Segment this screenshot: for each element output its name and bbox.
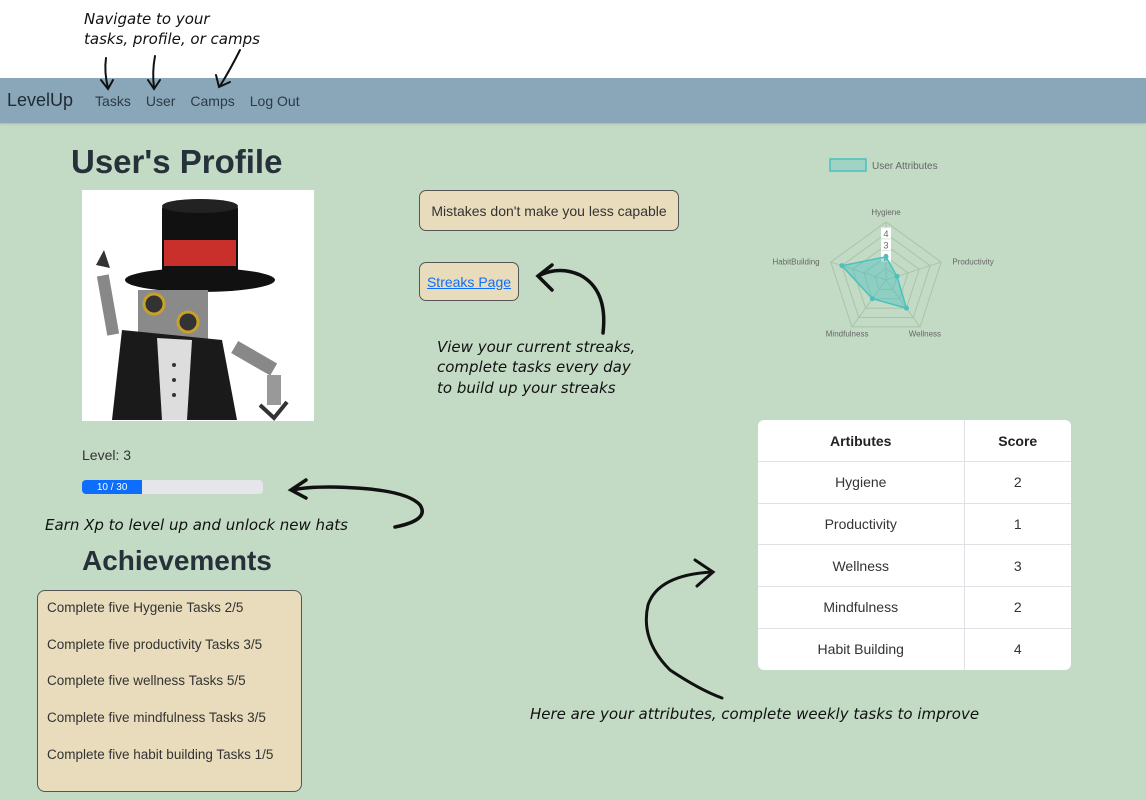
streaks-box: Streaks Page: [419, 262, 519, 301]
achievement-item: Complete five wellness Tasks 5/5: [47, 673, 246, 689]
table-header-row: Artibutes Score: [758, 420, 1071, 463]
streak-annotation-line3: to build up your streaks: [437, 378, 616, 397]
radar-axis-label: Hygiene: [871, 208, 901, 217]
attribute-name-cell: Productivity: [758, 502, 965, 546]
nav-link-camps[interactable]: Camps: [190, 93, 234, 109]
nav-annotation-line2: tasks, profile, or camps: [84, 30, 260, 49]
achievements-title: Achievements: [82, 545, 272, 576]
radar-tick-label: 3: [883, 241, 888, 251]
radar-data-point: [903, 305, 909, 311]
radar-axis-label: HabitBuilding: [772, 257, 819, 266]
radar-data-point: [839, 263, 845, 269]
streak-annotation-line2: complete tasks every day: [437, 358, 631, 377]
attribute-score-cell: 4: [963, 627, 1071, 670]
avatar: [82, 190, 314, 421]
attribute-name-cell: Wellness: [758, 544, 965, 588]
attribute-score-cell: 3: [963, 544, 1071, 588]
radar-axis-label: Productivity: [952, 257, 993, 266]
brand-link[interactable]: LevelUp: [7, 90, 73, 111]
streak-annotation-line1: View your current streaks,: [437, 338, 636, 356]
page-title: User's Profile: [71, 143, 283, 180]
nav-link-tasks[interactable]: Tasks: [95, 93, 131, 109]
attribute-score-cell: 1: [963, 502, 1071, 546]
radar-data-point: [883, 254, 889, 260]
motivational-quote: Mistakes don't make you less capable: [419, 190, 679, 231]
table-row: Hygiene 2: [758, 461, 1071, 504]
attribute-name-cell: Habit Building: [758, 627, 965, 670]
table-row: Mindfulness 2: [758, 586, 1071, 629]
legend-label: User Attributes: [872, 161, 938, 172]
nav-link-logout[interactable]: Log Out: [250, 93, 300, 109]
attribute-name-cell: Mindfulness: [758, 586, 965, 629]
achievements-list: Complete five Hygenie Tasks 2/5 Complete…: [37, 590, 302, 792]
radar-series: [839, 254, 909, 311]
attributes-table: Artibutes Score Hygiene 2 Productivity 1…: [758, 420, 1071, 670]
radar-tick-label: 4: [883, 229, 888, 239]
legend-swatch: [829, 158, 867, 172]
nav-link-user[interactable]: User: [146, 93, 176, 109]
nav-annotation: Navigate to your tasks, profile, or camp…: [84, 9, 260, 50]
score-header: Score: [963, 420, 1071, 463]
top-navbar: LevelUp Tasks User Camps Log Out: [0, 78, 1146, 123]
radar-data-point: [894, 273, 900, 279]
achievement-item: Complete five habit building Tasks 1/5: [47, 746, 274, 762]
radar-data-point: [869, 296, 875, 302]
table-row: Productivity 1: [758, 502, 1071, 546]
arrow-to-table-icon: [644, 570, 724, 700]
achievement-item: Complete five productivity Tasks 3/5: [47, 636, 263, 652]
xp-progress-fill: 10 / 30: [82, 480, 143, 494]
streaks-page-link[interactable]: Streaks Page: [427, 274, 511, 290]
attributes-radar-chart: User Attributes 432 HygieneProductivityW…: [772, 158, 994, 339]
xp-annotation: Earn Xp to level up and unlock new hats: [45, 516, 348, 534]
robot-top-hat-avatar-icon: [96, 199, 289, 421]
achievement-item: Complete five Hygenie Tasks 2/5: [47, 600, 244, 615]
arrow-to-streaks-icon: [538, 268, 606, 335]
attribute-score-cell: 2: [963, 461, 1071, 504]
table-row: Wellness 3: [758, 544, 1071, 588]
achievement-item: Complete five mindfulness Tasks 3/5: [47, 710, 266, 726]
nav-annotation-line1: Navigate to your: [84, 10, 210, 28]
radar-axis-label: Mindfulness: [826, 330, 869, 339]
attribute-score-cell: 2: [963, 586, 1071, 629]
radar-axis-label: Wellness: [909, 330, 941, 339]
attribute-name-cell: Hygiene: [758, 461, 965, 504]
attributes-annotation: Here are your attributes, complete weekl…: [530, 705, 980, 723]
attributes-header: Artibutes: [758, 420, 965, 463]
xp-progress-bar: 10 / 30: [82, 480, 263, 494]
table-row: Habit Building 4: [758, 627, 1071, 670]
streak-annotation: View your current streaks, complete task…: [437, 337, 635, 398]
level-label: Level: 3: [82, 447, 132, 463]
